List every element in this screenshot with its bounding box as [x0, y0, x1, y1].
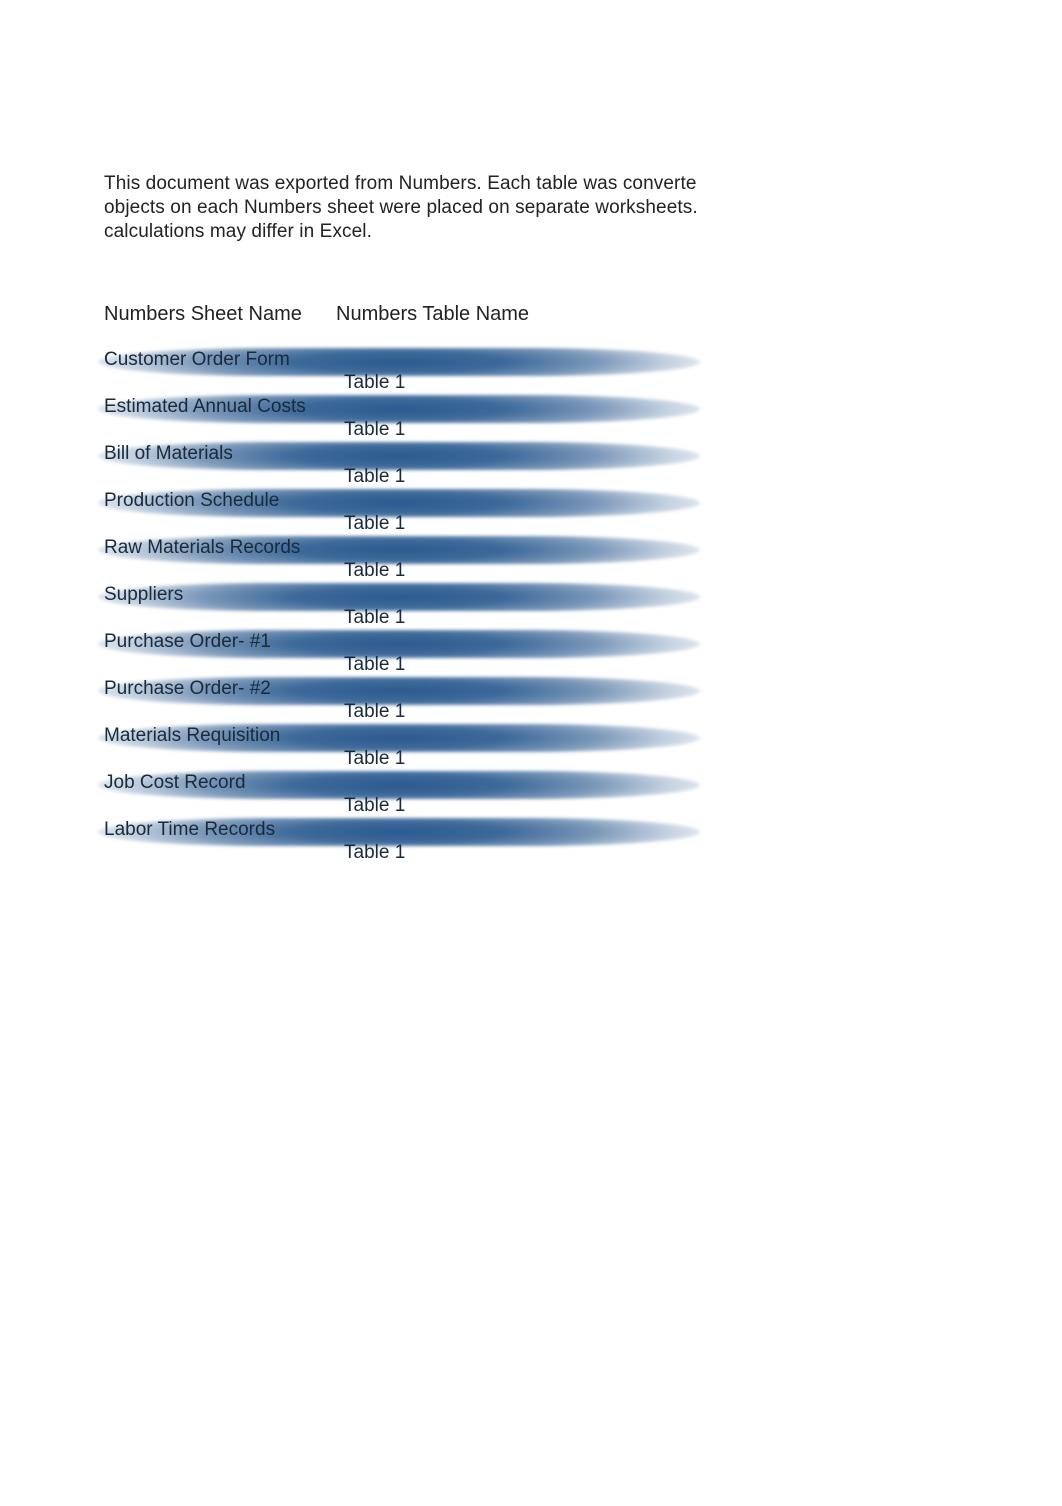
sheet-name-link[interactable]: Estimated Annual Costs [104, 396, 336, 443]
sheet-table-list: Customer Order Form Table 1 Estimated An… [104, 350, 700, 867]
table-name-link[interactable]: Table 1 [336, 397, 405, 444]
sheet-name-link[interactable]: Materials Requisition [104, 725, 336, 772]
list-item: Purchase Order- #1 Table 1 [104, 632, 700, 679]
list-item: Production Schedule Table 1 [104, 491, 700, 538]
list-item: Estimated Annual Costs Table 1 [104, 397, 700, 444]
table-name-link[interactable]: Table 1 [336, 444, 405, 491]
sheet-name-link[interactable]: Bill of Materials [104, 443, 336, 490]
list-item: Labor Time Records Table 1 [104, 820, 700, 867]
list-item: Purchase Order- #2 Table 1 [104, 679, 700, 726]
list-item: Suppliers Table 1 [104, 585, 700, 632]
document-page: This document was exported from Numbers.… [0, 0, 700, 867]
sheet-name-link[interactable]: Labor Time Records [104, 819, 336, 866]
sheet-name-link[interactable]: Job Cost Record [104, 772, 336, 819]
table-name-link[interactable]: Table 1 [336, 585, 405, 632]
list-item: Job Cost Record Table 1 [104, 773, 700, 820]
sheet-name-link[interactable]: Production Schedule [104, 490, 336, 537]
intro-paragraph: This document was exported from Numbers.… [104, 172, 700, 243]
table-name-link[interactable]: Table 1 [336, 679, 405, 726]
table-name-link[interactable]: Table 1 [336, 350, 405, 397]
sheet-name-link[interactable]: Raw Materials Records [104, 537, 336, 584]
column-headers: Numbers Sheet Name Numbers Table Name [104, 303, 700, 326]
table-name-link[interactable]: Table 1 [336, 632, 405, 679]
table-name-link[interactable]: Table 1 [336, 773, 405, 820]
list-item: Customer Order Form Table 1 [104, 350, 700, 397]
intro-line: objects on each Numbers sheet were place… [104, 196, 700, 220]
sheet-name-link[interactable]: Purchase Order- #2 [104, 678, 336, 725]
list-item: Raw Materials Records Table 1 [104, 538, 700, 585]
list-item: Materials Requisition Table 1 [104, 726, 700, 773]
table-name-link[interactable]: Table 1 [336, 726, 405, 773]
table-name-link[interactable]: Table 1 [336, 538, 405, 585]
sheet-name-link[interactable]: Purchase Order- #1 [104, 631, 336, 678]
sheet-name-link[interactable]: Suppliers [104, 584, 336, 631]
intro-line: calculations may differ in Excel. [104, 220, 700, 244]
sheet-name-link[interactable]: Customer Order Form [104, 349, 336, 396]
table-name-link[interactable]: Table 1 [336, 491, 405, 538]
header-table-name: Numbers Table Name [336, 303, 700, 326]
header-sheet-name: Numbers Sheet Name [104, 303, 336, 326]
intro-line: This document was exported from Numbers.… [104, 172, 700, 196]
list-item: Bill of Materials Table 1 [104, 444, 700, 491]
table-name-link[interactable]: Table 1 [336, 820, 405, 867]
